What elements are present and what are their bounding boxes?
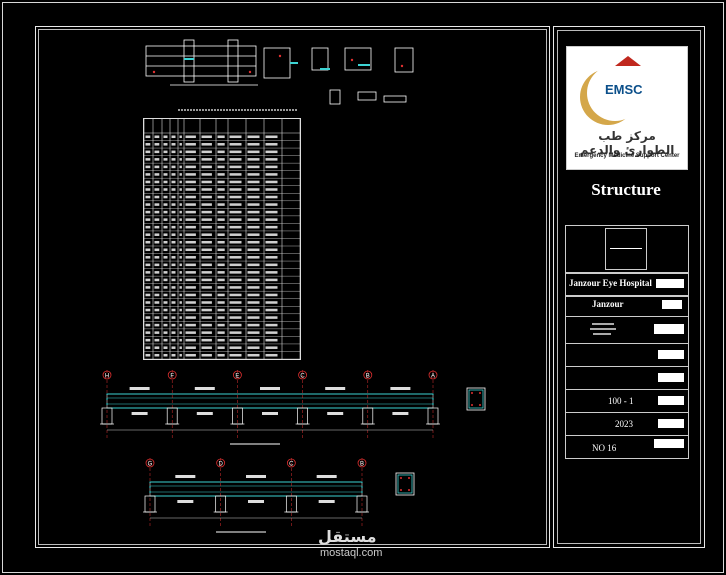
project-row: Janzour Eye Hospital <box>565 273 689 297</box>
svg-text:E: E <box>235 374 239 380</box>
location-ar-label <box>662 300 682 309</box>
watermark-site: mostaql.com <box>320 547 383 559</box>
svg-text:D: D <box>218 462 223 468</box>
key-plan-box <box>605 228 647 270</box>
sheet-no-row: NO 16 <box>565 435 689 459</box>
svg-text:G: G <box>148 462 153 468</box>
north-arrow-cell <box>565 225 689 273</box>
consultant-row <box>565 316 689 344</box>
svg-text:B: B <box>366 374 370 380</box>
sheet-no-ar-label <box>654 439 684 448</box>
project-name-ar-label <box>656 279 684 288</box>
svg-text:C: C <box>289 462 294 468</box>
sheet-code-row: 100 - 1 <box>565 389 689 413</box>
svg-text:A: A <box>431 374 435 380</box>
schedule-header-text <box>178 109 298 111</box>
beam-elevation-2: GDCB <box>143 458 369 533</box>
beam-elevation-1: HFECBA <box>100 370 440 445</box>
location-name: Janzour <box>592 299 624 309</box>
designer-row <box>565 343 689 367</box>
date-ar-label <box>658 419 684 428</box>
logo-english-text: Emergency Medicine Support Center <box>574 153 680 159</box>
svg-text:B: B <box>360 462 364 468</box>
checker-ar-label <box>658 373 684 382</box>
sheet-code: 100 - 1 <box>608 396 634 406</box>
project-name: Janzour Eye Hospital <box>569 278 652 288</box>
emsc-logo: EMSC مركز طب الطوارئ والدعم Emergency Me… <box>566 46 688 170</box>
svg-text:H: H <box>105 374 109 380</box>
schedule-grid <box>143 119 301 360</box>
beam-section-1 <box>466 387 486 411</box>
date-row: 2023 <box>565 412 689 436</box>
drawing-title: Structure <box>591 180 661 199</box>
logo-abbr: EMSC <box>605 82 643 97</box>
year-value: 2023 <box>615 419 633 429</box>
consultant-ar-label <box>654 324 684 334</box>
column-schedule-table <box>143 118 301 360</box>
svg-text:C: C <box>300 374 305 380</box>
section-details-sketch <box>145 39 414 105</box>
watermark-logo: مستقل <box>318 527 377 546</box>
beam-section-2 <box>395 472 415 496</box>
location-row: Janzour <box>565 295 689 317</box>
sheet-code-ar-label <box>658 396 684 405</box>
sheet-number: NO 16 <box>592 443 617 453</box>
svg-text:F: F <box>170 374 174 380</box>
designer-ar-label <box>658 350 684 359</box>
checker-row <box>565 366 689 390</box>
